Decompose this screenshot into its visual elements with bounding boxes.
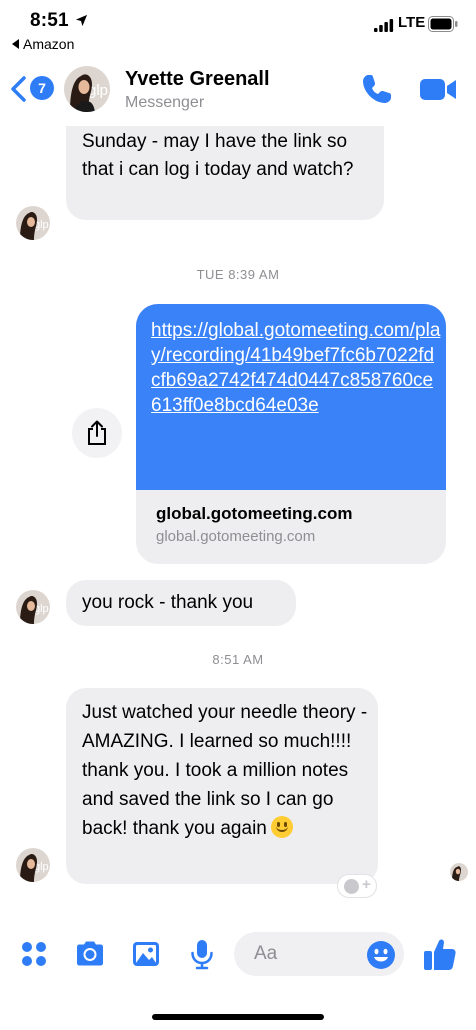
smiling-face-emoji (270, 816, 293, 838)
home-indicator[interactable] (152, 1014, 324, 1020)
video-camera-icon[interactable] (418, 72, 458, 106)
message-bubble-incoming[interactable]: you rock - thank you (66, 580, 296, 626)
emoji-icon[interactable] (366, 940, 396, 970)
seen-receipt-avatar (450, 863, 468, 881)
back-triangle-icon (12, 39, 19, 49)
apps-grid-icon[interactable] (18, 938, 50, 970)
conversation-header: 7 glp Yvette Greenall Messenger (0, 52, 476, 126)
link-domain: global.gotomeeting.com (156, 528, 316, 545)
battery-icon (428, 16, 458, 32)
phone-icon[interactable] (360, 72, 394, 106)
unread-count-badge: 7 (30, 76, 54, 100)
add-reaction-icon (344, 879, 359, 894)
status-bar: 8:51 Amazon LTE (0, 0, 476, 52)
timestamp: TUE 8:39 AM (196, 267, 280, 282)
back-app-label: Amazon (23, 36, 75, 52)
network-type: LTE (398, 14, 426, 31)
message-list[interactable]: get onto the lives session this past Sun… (0, 126, 476, 916)
link-preview-card[interactable]: https://global.gotomeeting.com/play/reco… (136, 304, 446, 564)
message-text: Just watched your needle theory - AMAZIN… (82, 702, 368, 839)
link-url[interactable]: https://global.gotomeeting.com/play/reco… (151, 318, 441, 418)
sender-avatar[interactable]: glp (16, 590, 50, 624)
link-title: global.gotomeeting.com (156, 504, 353, 523)
microphone-icon[interactable] (186, 938, 218, 970)
message-composer (0, 924, 476, 988)
message-text: get onto the lives session this past Sun… (82, 131, 354, 180)
location-arrow-icon (75, 14, 88, 27)
sender-avatar[interactable]: glp (16, 206, 50, 240)
signal-icon (374, 19, 394, 32)
status-time: 8:51 (30, 10, 69, 31)
back-to-app-link[interactable]: Amazon (12, 36, 74, 52)
share-icon (88, 420, 106, 445)
contact-avatar[interactable]: glp (64, 66, 110, 112)
add-reaction-button[interactable]: + (337, 874, 377, 898)
contact-name[interactable]: Yvette Greenall (125, 68, 270, 91)
message-bubble-incoming[interactable]: Just watched your needle theory - AMAZIN… (66, 688, 378, 884)
share-button[interactable] (72, 408, 122, 458)
back-button[interactable]: 7 (8, 72, 56, 106)
camera-icon[interactable] (74, 938, 106, 970)
chevron-left-icon (11, 76, 26, 102)
message-bubble-incoming[interactable]: get onto the lives session this past Sun… (66, 126, 384, 220)
sender-avatar[interactable]: glp (16, 848, 50, 882)
contact-subtitle: Messenger (125, 94, 205, 111)
link-bubble-outgoing: https://global.gotomeeting.com/play/reco… (136, 304, 446, 490)
thumbs-up-icon[interactable] (422, 936, 458, 972)
timestamp: 8:51 AM (212, 652, 264, 667)
image-icon[interactable] (130, 938, 162, 970)
message-text: you rock - thank you (82, 592, 254, 613)
